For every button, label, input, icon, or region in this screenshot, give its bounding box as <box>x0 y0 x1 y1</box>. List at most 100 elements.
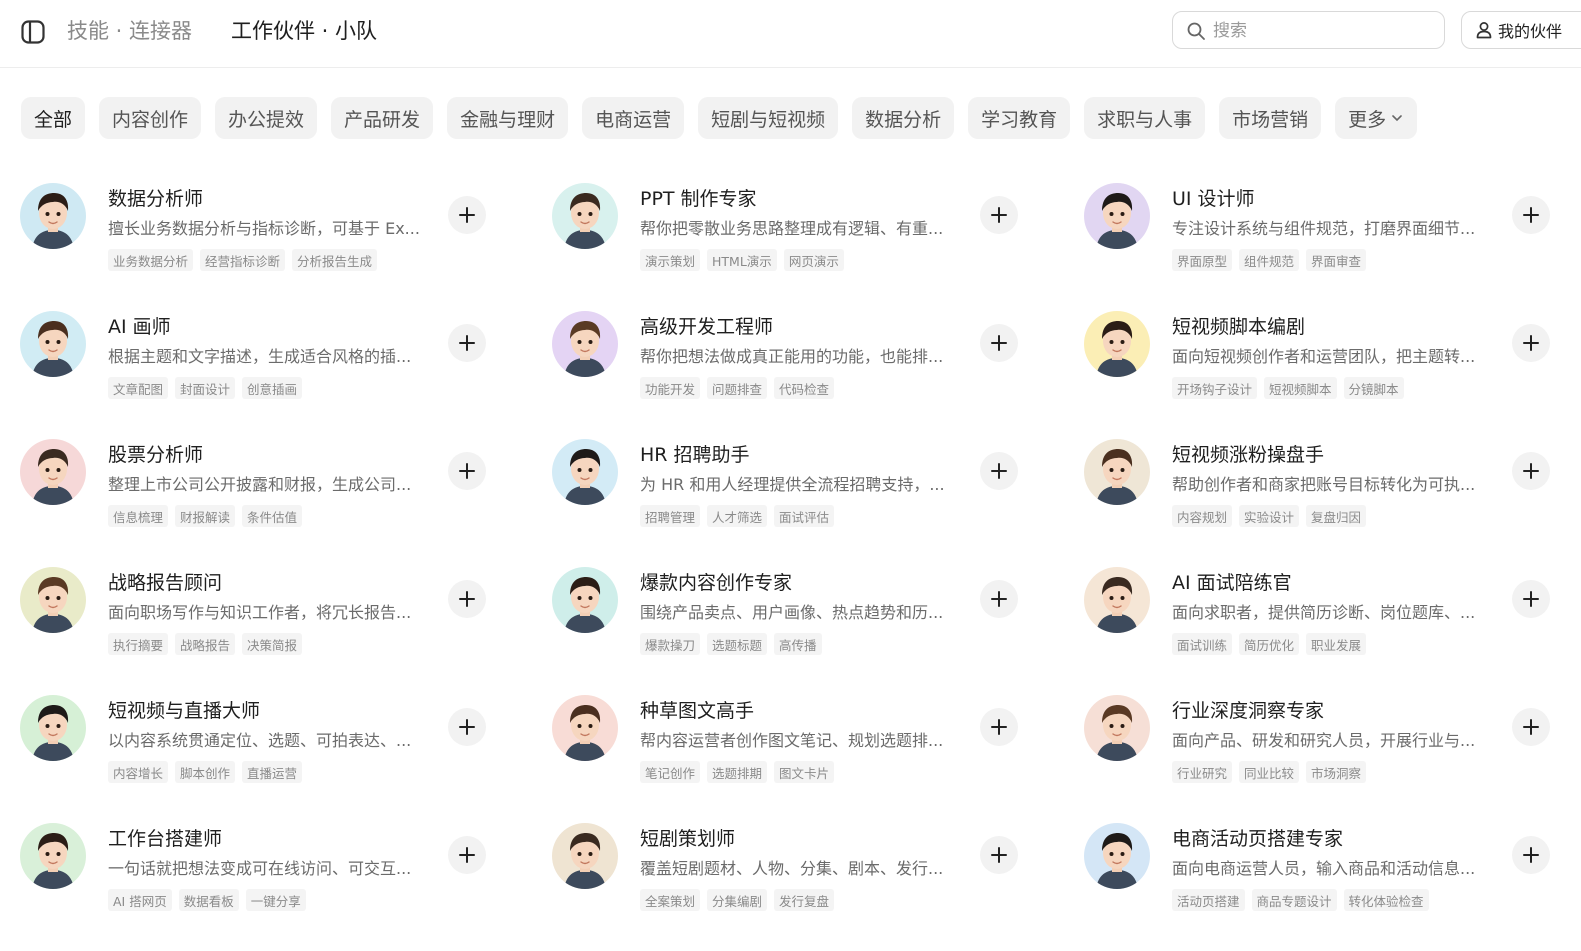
agent-card[interactable]: 短视频脚本编剧 面向短视频创作者和运营团队，把主题转... 开场钩子设计 短视频脚本分… <box>1084 311 1581 411</box>
tab-label: 电商运营 <box>595 108 672 131</box>
add-agent-button[interactable] <box>448 324 486 362</box>
tab-5[interactable]: 电商运营 <box>582 97 685 139</box>
add-agent-button[interactable] <box>980 196 1018 234</box>
agent-description: 整理上市公司公开披露和财报，生成公司... <box>108 475 412 494</box>
add-agent-button[interactable] <box>1512 836 1550 874</box>
agent-card[interactable]: 短视频与直播大师 以内容系统贯通定位、选题、可拍表达、... 内容增长 脚本创作 直播运… <box>20 695 551 795</box>
agent-avatar <box>1084 695 1150 761</box>
agent-name: 短剧策划师 <box>640 828 736 850</box>
add-agent-button[interactable] <box>448 708 486 746</box>
agent-name: 股票分析师 <box>108 444 204 466</box>
agent-card[interactable]: 行业深度洞察专家 面向产品、研发和研究人员，开展行业与... 行业研究 同业比较 市场洞… <box>1084 695 1581 795</box>
add-agent-button[interactable] <box>1512 708 1550 746</box>
add-agent-button[interactable] <box>980 580 1018 618</box>
add-agent-button[interactable] <box>980 452 1018 490</box>
agent-card[interactable]: 种草图文高手 帮内容运营者创作图文笔记、规划选题排... 笔记创作 选题排期 图文卡片 <box>552 695 1083 795</box>
agent-card[interactable]: 短剧策划师 覆盖短剧题材、人物、分集、剧本、发行... 全案策划 分集编剧 发行复盘 <box>552 823 1083 923</box>
plus-icon <box>459 335 475 351</box>
agent-description: 面向求职者，提供简历诊断、岗位题库、... <box>1172 603 1476 622</box>
add-agent-button[interactable] <box>1512 196 1550 234</box>
search-box[interactable] <box>1172 11 1445 49</box>
agent-name: AI 面试陪练官 <box>1172 572 1292 594</box>
agent-description: 面向产品、研发和研究人员，开展行业与... <box>1172 731 1476 750</box>
agent-description: 帮你把想法做成真正能用的功能，也能排... <box>640 347 944 366</box>
add-agent-button[interactable] <box>1512 324 1550 362</box>
tab-3[interactable]: 产品研发 <box>331 97 434 139</box>
plus-icon <box>1523 463 1539 479</box>
tab-1[interactable]: 内容创作 <box>99 97 202 139</box>
agent-card[interactable]: 股票分析师 整理上市公司公开披露和财报，生成公司... 信息梳理 财报解读 条件估值 <box>20 439 551 539</box>
agent-card[interactable]: 战略报告顾问 面向职场写作与知识工作者，将冗长报告... 执行摘要 战略报告 决策简报 <box>20 567 551 667</box>
tab-6[interactable]: 短剧与短视频 <box>698 97 839 139</box>
agent-tag: 代码检查 <box>774 377 835 399</box>
agent-card[interactable]: 爆款内容创作专家 围绕产品卖点、用户画像、热点趋势和历... 爆款操刀 选题标题 高传播 <box>552 567 1083 667</box>
agent-description: 以内容系统贯通定位、选题、可拍表达、... <box>108 731 412 750</box>
my-partners-button[interactable]: 我的伙伴 <box>1461 11 1581 49</box>
tab-9[interactable]: 求职与人事 <box>1084 97 1206 139</box>
agent-tag: 功能开发 <box>640 377 701 399</box>
tab-10[interactable]: 市场营销 <box>1219 97 1322 139</box>
add-agent-button[interactable] <box>1512 580 1550 618</box>
add-agent-button[interactable] <box>448 836 486 874</box>
agent-name: 短视频涨粉操盘手 <box>1172 444 1325 466</box>
top-header: 技能 · 连接器 工作伙伴 · 小队 我的伙伴 <box>0 0 1581 68</box>
agent-description: 为 HR 和用人经理提供全流程招聘支持，... <box>640 475 945 494</box>
agent-tag: 实验设计 <box>1239 505 1300 527</box>
agent-tag: 组件规范 <box>1239 249 1300 271</box>
add-agent-button[interactable] <box>448 452 486 490</box>
add-agent-button[interactable] <box>980 836 1018 874</box>
agent-card[interactable]: UI 设计师 专注设计系统与组件规范，打磨界面细节... 界面原型 组件规范 界面审查 <box>1084 183 1581 283</box>
plus-icon <box>991 591 1007 607</box>
agent-description: 面向短视频创作者和运营团队，把主题转... <box>1172 347 1476 366</box>
plus-icon <box>459 847 475 863</box>
agent-tag: 短视频脚本 <box>1264 377 1337 399</box>
sidebar-toggle-icon[interactable] <box>20 19 46 45</box>
tab-4[interactable]: 金融与理财 <box>447 97 569 139</box>
agent-avatar <box>1084 567 1150 633</box>
agent-avatar <box>20 439 86 505</box>
agent-tag: 信息梳理 <box>108 505 169 527</box>
add-agent-button[interactable] <box>1512 452 1550 490</box>
add-agent-button[interactable] <box>448 196 486 234</box>
agent-tag: 界面审查 <box>1306 249 1367 271</box>
agent-tag: 高传播 <box>774 633 822 655</box>
agent-tag: 面试评估 <box>774 505 835 527</box>
tab-label: 办公提效 <box>228 108 305 131</box>
tab-8[interactable]: 学习教育 <box>968 97 1071 139</box>
tab-label: 产品研发 <box>344 108 421 131</box>
agent-tags: AI 搭网页 数据看板 一键分享 <box>108 889 306 911</box>
agent-tag: 战略报告 <box>175 633 236 655</box>
agent-card[interactable]: 工作台搭建师 一句话就把想法变成可在线访问、可交互... AI 搭网页 数据看板 一键分… <box>20 823 551 923</box>
agent-tag: 选题排期 <box>707 761 768 783</box>
agent-avatar <box>20 311 86 377</box>
agent-card[interactable]: 数据分析师 擅长业务数据分析与指标诊断，可基于 Ex... 业务数据分析 经营指标诊断… <box>20 183 551 283</box>
tab-label: 金融与理财 <box>460 108 556 131</box>
agent-card[interactable]: AI 面试陪练官 面向求职者，提供简历诊断、岗位题库、... 面试训练 简历优化 职业发… <box>1084 567 1581 667</box>
agent-tag: 文章配图 <box>108 377 169 399</box>
add-agent-button[interactable] <box>980 324 1018 362</box>
agent-card[interactable]: HR 招聘助手为 HR 和用人经理提供全流程招聘支持，... 招聘管理 人才筛选 面试… <box>552 439 1083 539</box>
tab-2[interactable]: 办公提效 <box>215 97 318 139</box>
agent-tag: 封面设计 <box>175 377 236 399</box>
agent-avatar <box>552 183 618 249</box>
breadcrumb-skills-connectors[interactable]: 技能 · 连接器 <box>67 16 192 46</box>
agent-card[interactable]: 短视频涨粉操盘手 帮助创作者和商家把账号目标转化为可执... 内容规划 实验设计 复盘归… <box>1084 439 1581 539</box>
search-input[interactable] <box>1213 18 1433 44</box>
agent-tags: 招聘管理 人才筛选 面试评估 <box>640 505 835 527</box>
agent-card[interactable]: 电商活动页搭建专家 面向电商运营人员，输入商品和活动信息... 活动页搭建 商品专题设… <box>1084 823 1581 923</box>
add-agent-button[interactable] <box>980 708 1018 746</box>
agent-tag: 条件估值 <box>242 505 303 527</box>
agent-card[interactable]: PPT 制作专家 帮你把零散业务思路整理成有逻辑、有重... 演示策划 HTML演示网… <box>552 183 1083 283</box>
agent-tag: 网页演示 <box>783 249 844 271</box>
tab-7[interactable]: 数据分析 <box>852 97 955 139</box>
agent-tags: 界面原型 组件规范 界面审查 <box>1172 249 1367 271</box>
tab-label: 全部 <box>34 108 73 131</box>
tab-0[interactable]: 全部 <box>21 97 86 139</box>
tab-11[interactable]: 更多 <box>1335 97 1418 139</box>
agent-card[interactable]: 高级开发工程师 帮你把想法做成真正能用的功能，也能排... 功能开发 问题排查 代码检查 <box>552 311 1083 411</box>
agent-card[interactable]: AI 画师 根据主题和文字描述，生成适合风格的插... 文章配图 封面设计 创意插画 <box>20 311 551 411</box>
agent-name: 种草图文高手 <box>640 700 755 722</box>
agent-avatar <box>20 567 86 633</box>
add-agent-button[interactable] <box>448 580 486 618</box>
agent-tags: 活动页搭建 商品专题设计 转化体验检查 <box>1172 889 1429 911</box>
